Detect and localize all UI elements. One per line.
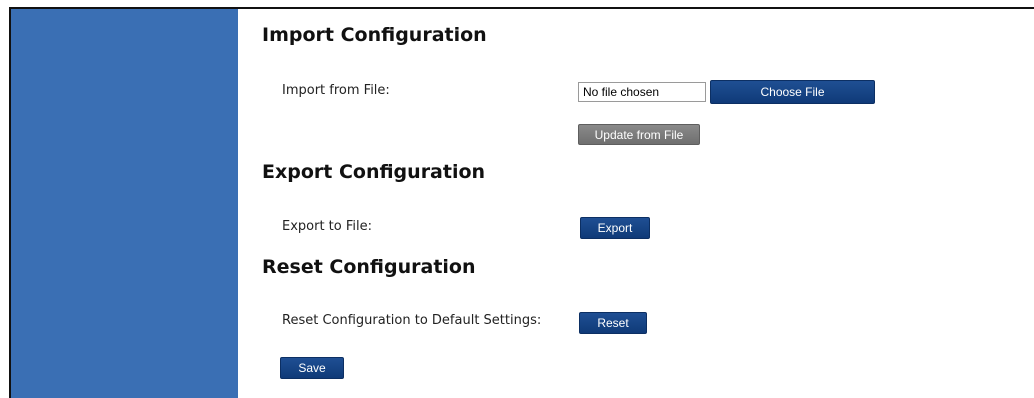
import-heading: Import Configuration <box>262 24 487 46</box>
file-status-field: No file chosen <box>578 82 706 102</box>
import-file-label: Import from File: <box>282 83 390 98</box>
reset-button[interactable]: Reset <box>579 312 647 334</box>
sidebar <box>11 9 238 398</box>
save-button[interactable]: Save <box>280 357 344 379</box>
export-heading: Export Configuration <box>262 161 486 183</box>
page-frame: Import Configuration Import from File: N… <box>0 0 1034 398</box>
update-from-file-button[interactable]: Update from File <box>578 124 700 145</box>
choose-file-button[interactable]: Choose File <box>710 80 875 104</box>
export-button[interactable]: Export <box>580 217 650 239</box>
export-label: Export to File: <box>282 219 373 234</box>
reset-label: Reset Configuration to Default Settings: <box>282 313 542 328</box>
reset-heading: Reset Configuration <box>262 256 476 278</box>
